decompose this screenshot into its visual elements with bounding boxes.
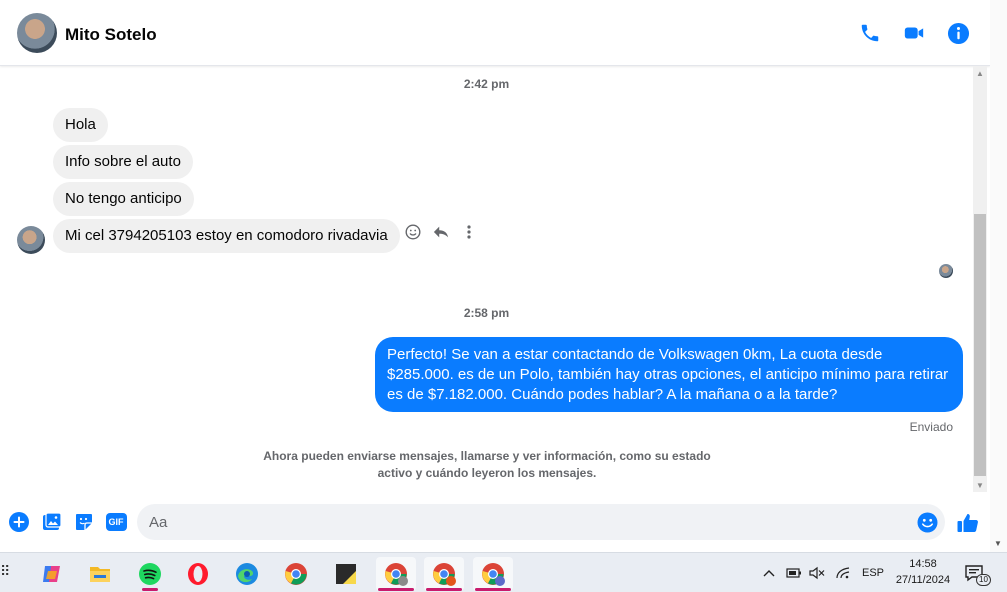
page-scrollbar[interactable]: ▼ (990, 0, 1007, 552)
battery-icon (786, 568, 801, 578)
scroll-up-arrow-icon[interactable]: ▲ (973, 66, 987, 80)
message-input[interactable] (137, 504, 945, 540)
message-actions (405, 224, 477, 240)
chrome-icon (482, 563, 505, 586)
gif-button[interactable]: GIF (105, 512, 127, 532)
sticker-icon (76, 514, 92, 530)
clock-date: 27/11/2024 (895, 574, 951, 586)
system-notice: Ahora pueden enviarse mensajes, llamarse… (263, 449, 711, 480)
taskbar-chrome-profile-1[interactable] (376, 557, 416, 591)
thread-scrollbar[interactable]: ▲ ▼ (973, 66, 987, 492)
message-status: Enviado (909, 420, 953, 434)
incoming-message[interactable]: Info sobre el auto (53, 145, 193, 179)
voice-call-button[interactable] (857, 20, 883, 46)
taskbar-edge[interactable] (227, 557, 267, 591)
phone-icon (861, 24, 879, 42)
gif-label: GIF (108, 517, 124, 527)
outgoing-message[interactable]: Perfecto! Se van a estar contactando de … (375, 337, 963, 412)
message-composer: GIF (0, 500, 990, 544)
taskbar-chrome-profile-3[interactable] (473, 557, 513, 591)
chrome-icon (285, 563, 307, 585)
more-options-button[interactable] (461, 224, 477, 240)
sticker-button[interactable] (74, 512, 94, 532)
messenger-window: Mito Sotelo 2:42 pm Hola Info sobre el a… (0, 0, 1007, 592)
smiley-icon (405, 224, 421, 240)
info-icon (947, 22, 969, 44)
taskbar-chrome-profile-2[interactable] (424, 557, 464, 591)
more-vertical-icon (467, 225, 471, 239)
emoji-button[interactable] (917, 512, 938, 533)
opera-icon (188, 563, 208, 585)
spotify-icon (139, 563, 161, 585)
wifi-icon (836, 567, 850, 579)
message-thread: 2:42 pm Hola Info sobre el auto No tengo… (0, 66, 973, 496)
chevron-up-icon (763, 570, 775, 577)
notification-count-badge: 10 (976, 574, 991, 586)
input-language[interactable]: ESP (862, 553, 884, 592)
chrome-icon (433, 563, 456, 586)
copilot-icon (43, 566, 60, 582)
react-button[interactable] (405, 224, 421, 240)
sticky-notes-icon (336, 564, 356, 584)
video-camera-icon (904, 27, 924, 39)
read-receipt-avatar (939, 264, 953, 278)
task-view-icon[interactable]: ⠿ (0, 563, 10, 583)
taskbar-copilot[interactable] (32, 557, 72, 591)
notification-center-button[interactable]: 10 (964, 553, 999, 592)
emoji-icon (917, 512, 938, 533)
sender-avatar[interactable] (17, 226, 45, 254)
scroll-thumb[interactable] (974, 214, 986, 476)
speaker-muted-icon (809, 566, 825, 580)
taskbar-spotify[interactable] (130, 557, 170, 591)
attach-photo-button[interactable] (42, 512, 62, 532)
plus-circle-icon (9, 512, 29, 532)
more-actions-button[interactable] (9, 512, 29, 532)
photo-icon (43, 512, 62, 530)
chat-header: Mito Sotelo (0, 0, 990, 66)
clock-time: 14:58 (909, 558, 937, 570)
volume-status[interactable] (809, 553, 825, 592)
taskbar-sticky-notes[interactable] (326, 557, 366, 591)
edge-icon (236, 563, 258, 585)
windows-taskbar: ⠿ ESP 14:58 27/11/2024 10 (0, 552, 1007, 592)
incoming-message[interactable]: No tengo anticipo (53, 182, 194, 216)
message-timestamp: 2:58 pm (463, 306, 510, 320)
contact-name[interactable]: Mito Sotelo (65, 25, 157, 45)
message-timestamp: 2:42 pm (463, 77, 510, 91)
scroll-down-arrow-icon[interactable]: ▼ (973, 478, 987, 492)
gif-icon: GIF (105, 513, 127, 531)
reply-icon (433, 226, 449, 238)
video-call-button[interactable] (901, 20, 927, 46)
chrome-icon (385, 563, 408, 586)
send-like-button[interactable] (956, 511, 980, 535)
incoming-message[interactable]: Hola (53, 108, 108, 142)
show-hidden-icons-button[interactable] (762, 553, 776, 592)
contact-avatar[interactable] (17, 13, 57, 53)
reply-button[interactable] (433, 224, 449, 240)
page-scroll-down-icon[interactable]: ▼ (994, 539, 1002, 548)
conversation-info-button[interactable] (945, 20, 971, 46)
folder-icon (90, 567, 110, 582)
taskbar-file-explorer[interactable] (80, 557, 120, 591)
thumbs-up-icon (957, 514, 978, 532)
system-clock[interactable]: 14:58 27/11/2024 (888, 556, 958, 588)
taskbar-opera[interactable] (178, 557, 218, 591)
incoming-message[interactable]: Mi cel 3794205103 estoy en comodoro riva… (53, 219, 400, 253)
battery-status[interactable] (786, 553, 802, 592)
network-status[interactable] (835, 553, 851, 592)
taskbar-chrome[interactable] (276, 557, 316, 591)
